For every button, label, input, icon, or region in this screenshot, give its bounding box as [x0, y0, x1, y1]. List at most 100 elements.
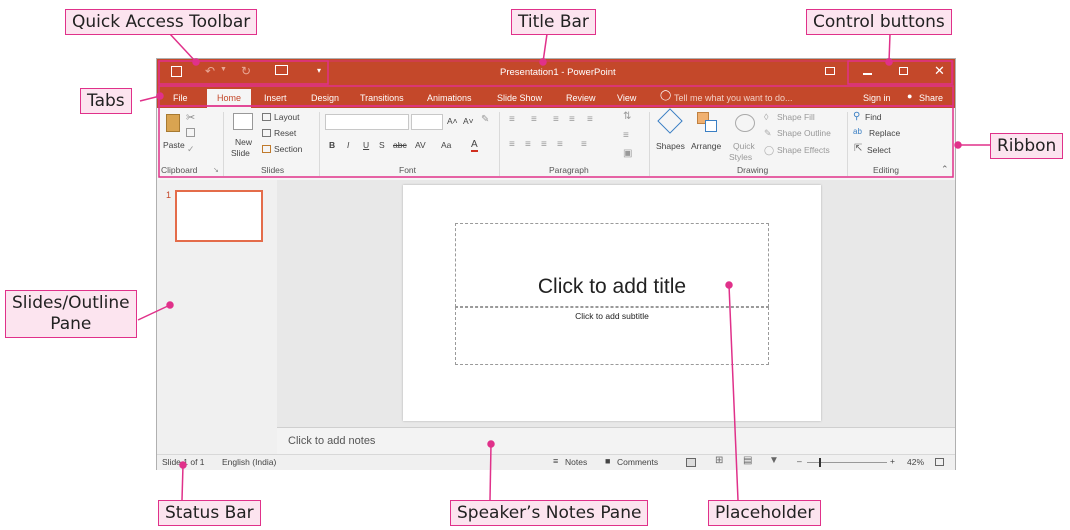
title-placeholder[interactable]: Click to add title — [455, 223, 769, 307]
separator — [499, 112, 500, 176]
save-icon[interactable] — [171, 66, 182, 77]
notes-placeholder-text: Click to add notes — [288, 435, 376, 447]
tab-view[interactable]: View — [617, 90, 636, 108]
callout-status-bar: Status Bar — [158, 500, 261, 526]
undo-icon[interactable]: ↶ — [205, 64, 215, 78]
character-spacing-button[interactable]: AV — [415, 140, 426, 150]
fit-to-window-icon[interactable] — [935, 458, 944, 466]
share-button[interactable]: Share — [919, 90, 943, 108]
bullets-icon[interactable]: ≡ — [509, 114, 515, 125]
layout-icon — [262, 113, 271, 121]
reading-view-icon[interactable]: ▤ — [743, 455, 752, 466]
redo-icon[interactable]: ↻ — [241, 64, 251, 78]
tab-slide-show[interactable]: Slide Show — [497, 90, 542, 108]
change-case-button[interactable]: Aa — [441, 140, 451, 150]
tab-animations[interactable]: Animations — [427, 90, 472, 108]
underline-button[interactable]: U — [363, 140, 369, 150]
bold-button[interactable]: B — [329, 140, 335, 150]
notes-toggle-icon: ≡ — [553, 456, 559, 466]
columns-icon[interactable]: ≡ — [581, 139, 587, 150]
center-icon[interactable]: ≡ — [525, 139, 531, 150]
select-icon: ⇱ — [854, 143, 863, 154]
arrange-button[interactable]: Arrange — [691, 141, 721, 151]
ribbon-display-options-icon[interactable] — [825, 67, 835, 75]
cut-icon[interactable]: ✂ — [186, 111, 195, 124]
quick-styles-label[interactable]: Quick — [733, 141, 755, 151]
slide-show-icon[interactable]: ▼ — [769, 455, 779, 466]
maximize-icon[interactable] — [899, 67, 908, 75]
tab-design[interactable]: Design — [311, 90, 339, 108]
increase-indent-icon[interactable]: ≡ — [569, 114, 575, 125]
tab-insert[interactable]: Insert — [264, 90, 287, 108]
zoom-out-button[interactable]: – — [797, 456, 802, 466]
tab-file[interactable]: File — [173, 90, 188, 108]
tell-me-search[interactable]: Tell me what you want to do... — [674, 90, 793, 108]
tab-transitions[interactable]: Transitions — [360, 90, 404, 108]
subtitle-placeholder[interactable]: Click to add subtitle — [455, 307, 769, 365]
customize-qat-button[interactable]: ▾ — [317, 66, 321, 75]
align-left-icon[interactable]: ≡ — [509, 139, 515, 150]
slide-thumbnail[interactable] — [175, 190, 263, 242]
sign-in-link[interactable]: Sign in — [863, 90, 891, 108]
quick-styles-icon[interactable] — [735, 114, 755, 132]
numbering-icon[interactable]: ≡ — [531, 114, 537, 125]
reset-icon — [262, 129, 271, 137]
thumbnail-number: 1 — [166, 190, 172, 200]
callout-slides-outline-pane: Slides/Outline Pane — [5, 290, 137, 338]
paste-icon[interactable] — [166, 114, 180, 132]
normal-view-icon[interactable] — [686, 458, 696, 467]
shape-outline-button[interactable]: Shape Outline — [777, 128, 831, 138]
align-text-icon[interactable]: ≡ — [623, 130, 629, 141]
italic-button[interactable]: I — [347, 140, 349, 150]
copy-icon[interactable] — [186, 128, 195, 137]
tab-review[interactable]: Review — [566, 90, 596, 108]
group-font-label: Font — [399, 165, 417, 175]
shape-fill-button[interactable]: Shape Fill — [777, 112, 815, 122]
slide-sorter-icon[interactable]: ⊞ — [715, 455, 723, 466]
new-slide-label[interactable]: New — [235, 137, 252, 147]
zoom-level[interactable]: 42% — [907, 457, 924, 467]
notes-toggle-button[interactable]: Notes — [565, 457, 587, 467]
layout-button[interactable]: Layout — [274, 112, 300, 122]
strikethrough-button[interactable]: abc — [393, 140, 407, 150]
clear-formatting-icon[interactable]: ✎ — [481, 114, 489, 125]
slide-canvas[interactable]: Click to add title Click to add subtitle — [403, 185, 821, 421]
reset-button[interactable]: Reset — [274, 128, 296, 138]
text-direction-icon[interactable]: ⇅ — [623, 111, 631, 122]
find-button[interactable]: Find — [865, 112, 882, 122]
new-slide-label-2[interactable]: Slide — [231, 148, 250, 158]
close-icon[interactable]: ✕ — [934, 63, 945, 79]
format-painter-icon[interactable]: ✓ — [187, 144, 195, 155]
line-spacing-icon[interactable]: ≡ — [587, 114, 593, 125]
comments-button[interactable]: Comments — [617, 457, 658, 467]
quick-styles-label-2[interactable]: Styles — [729, 152, 752, 162]
new-slide-icon[interactable] — [233, 113, 253, 130]
font-size-box[interactable] — [411, 114, 443, 130]
undo-dropdown-icon[interactable]: ▼ — [220, 66, 227, 73]
section-button[interactable]: Section — [274, 144, 302, 154]
minimize-icon[interactable] — [863, 73, 872, 75]
font-name-box[interactable] — [325, 114, 409, 130]
zoom-in-button[interactable]: + — [890, 456, 895, 466]
shapes-icon[interactable] — [657, 108, 683, 134]
speaker-notes-pane[interactable]: Click to add notes — [277, 427, 955, 455]
align-right-icon[interactable]: ≡ — [541, 139, 547, 150]
shadow-button[interactable]: S — [379, 140, 385, 150]
select-button[interactable]: Select — [867, 145, 891, 155]
font-color-button[interactable]: A — [471, 139, 478, 152]
tab-home[interactable]: Home — [207, 89, 252, 108]
zoom-slider-thumb[interactable] — [819, 458, 821, 467]
shrink-font-button[interactable]: A˅ — [463, 116, 474, 126]
justify-icon[interactable]: ≡ — [557, 139, 563, 150]
shape-effects-button[interactable]: Shape Effects — [777, 145, 830, 155]
smartart-icon[interactable]: ▣ — [623, 148, 632, 159]
decrease-indent-icon[interactable]: ≡ — [553, 114, 559, 125]
collapse-ribbon-icon[interactable]: ⌃ — [941, 164, 949, 175]
paste-button-label[interactable]: Paste — [163, 140, 185, 150]
replace-button[interactable]: Replace — [869, 128, 900, 138]
shapes-button[interactable]: Shapes — [656, 141, 685, 151]
start-from-beginning-icon[interactable] — [275, 65, 288, 75]
language-indicator[interactable]: English (India) — [222, 457, 276, 467]
dialog-launcher-icon[interactable]: ↘ — [213, 166, 219, 174]
grow-font-button[interactable]: A˄ — [447, 116, 458, 126]
